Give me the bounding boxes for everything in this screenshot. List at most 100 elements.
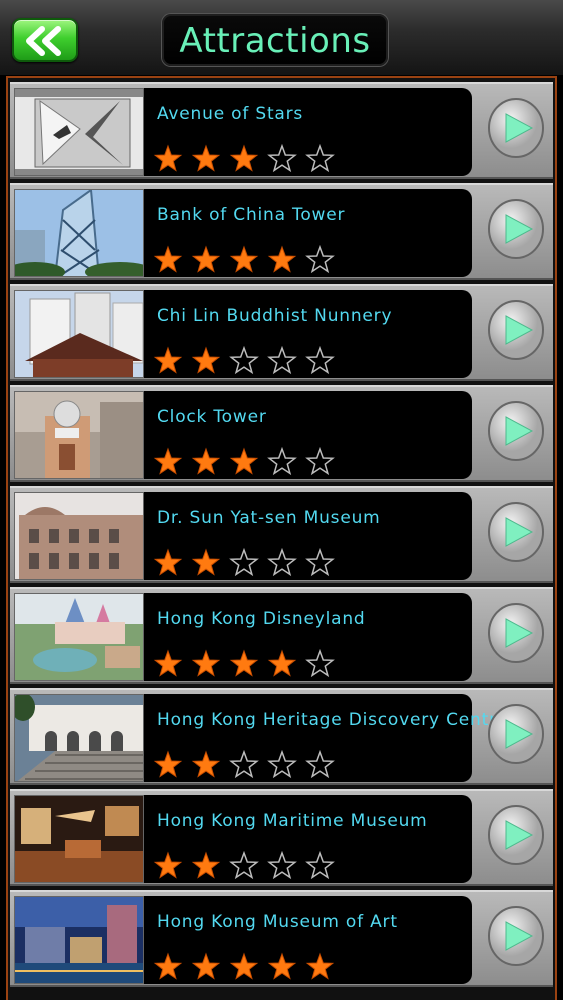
star-empty-icon <box>229 548 259 577</box>
list-item[interactable]: Hong Kong Heritage Discovery Centre <box>10 688 553 785</box>
star-rating <box>152 447 342 477</box>
star-empty-icon <box>305 548 335 577</box>
attraction-photo <box>14 694 144 782</box>
star-filled-icon <box>191 649 221 677</box>
star-empty-icon <box>267 851 297 880</box>
star-filled-icon <box>191 952 221 980</box>
star-empty-icon <box>305 346 335 375</box>
attraction-photo <box>14 593 144 681</box>
attraction-photo <box>14 795 144 883</box>
star-filled-icon <box>191 447 221 475</box>
attraction-photo <box>14 290 144 378</box>
star-filled-icon <box>153 447 183 475</box>
list-item[interactable]: Chi Lin Buddhist Nunnery <box>10 284 553 381</box>
title-box: Attractions <box>162 14 388 66</box>
star-filled-icon <box>267 649 297 677</box>
attraction-info-panel: Chi Lin Buddhist Nunnery <box>144 290 472 378</box>
back-button[interactable] <box>12 18 78 62</box>
play-arrow-icon[interactable] <box>487 906 545 966</box>
star-filled-icon <box>153 346 183 374</box>
star-filled-icon <box>229 447 259 475</box>
star-filled-icon <box>153 144 183 172</box>
list-item[interactable]: Hong Kong Maritime Museum <box>10 789 553 886</box>
star-empty-icon <box>267 447 297 476</box>
attraction-name: Bank of China Tower <box>157 205 346 225</box>
star-filled-icon <box>191 144 221 172</box>
star-filled-icon <box>305 952 335 980</box>
star-filled-icon <box>153 548 183 576</box>
star-rating <box>152 245 342 275</box>
attraction-info-panel: Avenue of Stars <box>144 88 472 176</box>
attraction-name: Clock Tower <box>157 407 267 427</box>
attraction-photo <box>14 189 144 277</box>
star-empty-icon <box>267 750 297 779</box>
star-filled-icon <box>153 952 183 980</box>
star-rating <box>152 346 342 376</box>
attraction-info-panel: Hong Kong Disneyland <box>144 593 472 681</box>
star-rating <box>152 144 342 174</box>
list-item[interactable]: Clock Tower <box>10 385 553 482</box>
title-bar: Attractions <box>0 0 563 76</box>
star-empty-icon <box>267 346 297 375</box>
attraction-info-panel: Hong Kong Heritage Discovery Centre <box>144 694 507 782</box>
attraction-name: Hong Kong Maritime Museum <box>157 811 428 831</box>
star-empty-icon <box>305 245 335 274</box>
star-filled-icon <box>229 952 259 980</box>
star-empty-icon <box>305 144 335 173</box>
star-filled-icon <box>191 750 221 778</box>
attraction-name: Dr. Sun Yat-sen Museum <box>157 508 381 528</box>
play-arrow-icon[interactable] <box>487 704 545 764</box>
play-arrow-icon[interactable] <box>487 199 545 259</box>
page-title: Attractions <box>179 21 371 61</box>
star-filled-icon <box>191 851 221 879</box>
attraction-name: Hong Kong Heritage Discovery Centre <box>157 710 508 730</box>
play-arrow-icon[interactable] <box>487 98 545 158</box>
star-filled-icon <box>153 649 183 677</box>
star-empty-icon <box>305 851 335 880</box>
list-item[interactable]: Avenue of Stars <box>10 82 553 179</box>
attraction-name: Avenue of Stars <box>157 104 304 124</box>
star-empty-icon <box>229 346 259 375</box>
attraction-photo <box>14 492 144 580</box>
star-empty-icon <box>229 750 259 779</box>
list-item[interactable]: Hong Kong Disneyland <box>10 587 553 684</box>
star-filled-icon <box>229 245 259 273</box>
attraction-name: Hong Kong Museum of Art <box>157 912 398 932</box>
star-rating <box>152 952 342 982</box>
star-empty-icon <box>267 548 297 577</box>
attraction-info-panel: Hong Kong Maritime Museum <box>144 795 472 883</box>
attraction-photo <box>14 88 144 176</box>
star-filled-icon <box>191 245 221 273</box>
play-arrow-icon[interactable] <box>487 502 545 562</box>
attraction-info-panel: Clock Tower <box>144 391 472 479</box>
attraction-info-panel: Hong Kong Museum of Art <box>144 896 472 984</box>
attractions-list[interactable]: Avenue of Stars Bank of China Tower Chi … <box>6 76 557 1000</box>
list-item[interactable]: Hong Kong Museum of Art <box>10 890 553 987</box>
star-filled-icon <box>267 952 297 980</box>
list-item[interactable]: Bank of China Tower <box>10 183 553 280</box>
star-rating <box>152 548 342 578</box>
star-filled-icon <box>153 750 183 778</box>
star-empty-icon <box>267 144 297 173</box>
star-rating <box>152 649 342 679</box>
star-rating <box>152 851 342 881</box>
star-empty-icon <box>305 447 335 476</box>
list-item[interactable]: Dr. Sun Yat-sen Museum <box>10 486 553 583</box>
star-empty-icon <box>305 750 335 779</box>
play-arrow-icon[interactable] <box>487 300 545 360</box>
play-arrow-icon[interactable] <box>487 805 545 865</box>
star-filled-icon <box>191 346 221 374</box>
double-chevron-left-icon <box>26 26 61 56</box>
play-arrow-icon[interactable] <box>487 603 545 663</box>
attraction-photo <box>14 896 144 984</box>
star-filled-icon <box>191 548 221 576</box>
attraction-name: Chi Lin Buddhist Nunnery <box>157 306 393 326</box>
attraction-info-panel: Bank of China Tower <box>144 189 472 277</box>
star-filled-icon <box>267 245 297 273</box>
star-filled-icon <box>229 649 259 677</box>
attraction-photo <box>14 391 144 479</box>
attraction-info-panel: Dr. Sun Yat-sen Museum <box>144 492 472 580</box>
play-arrow-icon[interactable] <box>487 401 545 461</box>
star-filled-icon <box>153 851 183 879</box>
star-filled-icon <box>229 144 259 172</box>
